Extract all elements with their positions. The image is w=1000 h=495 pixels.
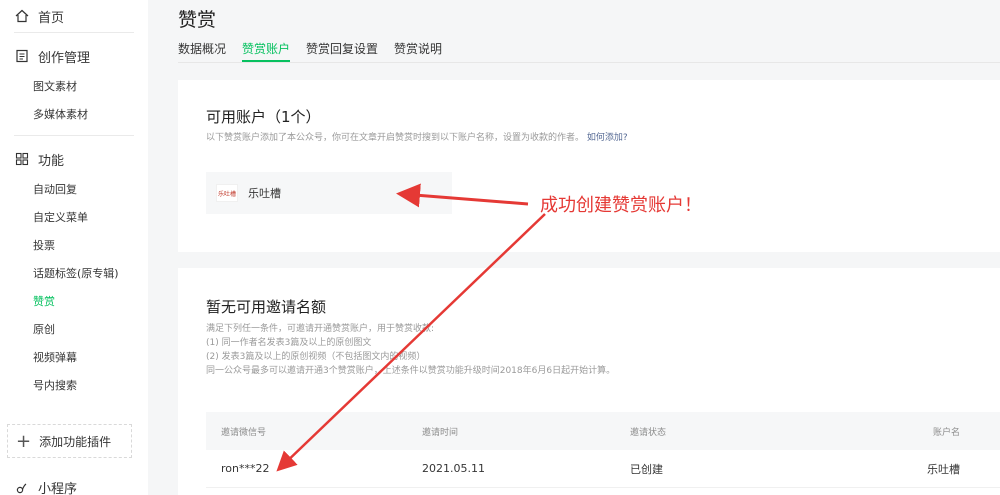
divider [178,62,1000,63]
sidebar-item-topic-tags[interactable]: 话题标签(原专辑) [0,260,148,288]
cell-status: 已创建 [630,462,663,476]
how-to-add-link[interactable]: 如何添加? [587,133,628,143]
account-name: 乐吐槽 [248,187,281,200]
home-icon [14,8,30,24]
column-header-status: 邀请状态 [630,427,667,438]
sidebar-item-original[interactable]: 原创 [0,316,148,344]
plus-icon: + [16,430,32,452]
grid-icon [14,151,30,167]
tab-data-overview[interactable]: 数据概况 [178,40,226,62]
tab-reward-reply-settings[interactable]: 赞赏回复设置 [306,40,378,62]
tab-reward-instructions[interactable]: 赞赏说明 [394,40,442,62]
sidebar-item-label: 首页 [38,10,65,26]
available-accounts-title: 可用账户（1个） [206,108,321,126]
divider [14,32,134,33]
rule-line: 同一公众号最多可以邀请开通3个赞赏账户，上述条件以赞赏功能升级时间2018年6月… [206,366,616,376]
sidebar-item-vote[interactable]: 投票 [0,232,148,260]
sidebar-item-graphic-material[interactable]: 图文素材 [0,73,148,101]
cell-account: 乐吐槽 [927,462,960,476]
tab-reward-account[interactable]: 赞赏账户 [242,40,291,62]
tab-bar: 数据概况 赞赏账户 赞赏回复设置 赞赏说明 [178,40,458,62]
table-header: 邀请微信号 邀请时间 邀请状态 账户名 [206,412,1000,450]
sidebar-item-custom-menu[interactable]: 自定义菜单 [0,204,148,232]
rule-line: (1) 同一作者名发表3篇及以上的原创图文 [206,338,372,348]
sidebar-section-features[interactable]: 功能 [0,142,148,176]
available-accounts-card: 可用账户（1个） 以下赞赏账户添加了本公众号，你可在文章开启赞赏时搜到以下账户名… [178,80,1000,252]
divider [14,135,134,136]
sidebar-item-auto-reply[interactable]: 自动回复 [0,176,148,204]
sidebar-section-label: 创作管理 [38,50,91,66]
account-item[interactable]: 乐吐槽 乐吐槽 [206,172,452,214]
table-row: ron***22 2021.05.11 已创建 乐吐槽 [206,450,1000,488]
invitations-table: 邀请微信号 邀请时间 邀请状态 账户名 ron***22 2021.05.11 … [206,412,1000,488]
rule-line: 满足下列任一条件，可邀请开通赞赏账户，用于赞赏收款: [206,324,435,334]
cell-time: 2021.05.11 [422,462,485,475]
sidebar: 首页 创作管理 图文素材 多媒体素材 功能 自动回复 自定义菜单 投票 话题标签… [0,0,148,495]
sidebar-section-creation[interactable]: 创作管理 [0,39,148,73]
column-header-account: 账户名 [932,427,960,438]
invitation-rules: 满足下列任一条件，可邀请开通赞赏账户，用于赞赏收款: (1) 同一作者名发表3篇… [206,322,615,378]
column-header-time: 邀请时间 [422,427,459,438]
sidebar-item-in-account-search[interactable]: 号内搜索 [0,372,148,400]
account-logo: 乐吐槽 [216,184,238,202]
available-accounts-desc: 以下赞赏账户添加了本公众号，你可在文章开启赞赏时搜到以下账户名称，设置为收款的作… [206,130,628,143]
add-plugin-button[interactable]: + 添加功能插件 [7,424,132,458]
sidebar-item-video-danmaku[interactable]: 视频弹幕 [0,344,148,372]
sidebar-section-label: 功能 [38,153,65,169]
sidebar-item-home[interactable]: 首页 [0,0,148,32]
sidebar-item-label: 小程序 [38,482,78,495]
invitations-card: 暂无可用邀请名额 满足下列任一条件，可邀请开通赞赏账户，用于赞赏收款: (1) … [178,268,1000,495]
page-title: 赞赏 [178,9,217,31]
cell-wechat: ron***22 [221,462,270,475]
sidebar-item-reward[interactable]: 赞赏 [0,288,148,316]
link-icon [14,480,30,495]
column-header-wechat: 邀请微信号 [221,427,267,438]
add-plugin-label: 添加功能插件 [39,434,112,449]
desc-text: 以下赞赏账户添加了本公众号，你可在文章开启赞赏时搜到以下账户名称，设置为收款的作… [206,133,585,143]
document-icon [14,48,30,64]
sidebar-item-media-material[interactable]: 多媒体素材 [0,101,148,129]
sidebar-item-mini-program[interactable]: 小程序 [14,478,77,495]
annotation-text: 成功创建赞赏账户！ [540,195,702,216]
rule-line: (2) 发表3篇及以上的原创视频（不包括图文内的视频） [206,352,426,362]
invitations-title: 暂无可用邀请名额 [206,298,327,316]
